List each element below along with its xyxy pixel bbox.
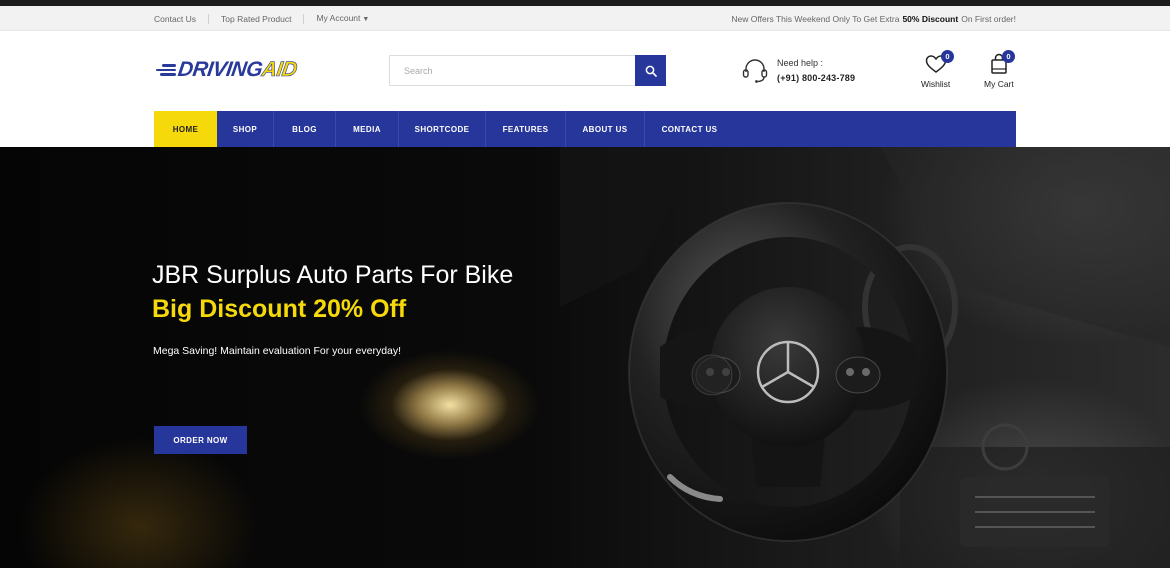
top-bar: Contact Us Top Rated Product My Account ▼…: [0, 6, 1170, 31]
logo-text-driving: DRIVING: [176, 58, 264, 81]
nav-item-features[interactable]: FEATURES: [486, 111, 566, 147]
wishlist-button[interactable]: 0 Wishlist: [921, 50, 954, 89]
steering-wheel-icon: [560, 147, 1170, 568]
help-label: Need help :: [777, 58, 824, 68]
nav-item-shortcode[interactable]: SHORTCODE: [399, 111, 486, 147]
hero-banner: JBR Surplus Auto Parts For Bike Big Disc…: [0, 147, 1170, 568]
logo-text-aid: AID: [260, 58, 299, 82]
search-input[interactable]: [390, 56, 636, 85]
cart-count-badge: 0: [1002, 50, 1015, 63]
nav-item-home[interactable]: HOME: [154, 111, 217, 147]
hero-discount: Big Discount 20% Off: [152, 295, 407, 323]
site-logo[interactable]: DRIVINGAID: [154, 55, 299, 85]
top-rated-product-link[interactable]: Top Rated Product: [209, 13, 305, 24]
nav-item-media[interactable]: MEDIA: [336, 111, 399, 147]
header: DRIVINGAID Need help : (+91) 800-243-789…: [0, 31, 1170, 111]
wishlist-label: Wishlist: [921, 79, 951, 89]
help-text: Need help : (+91) 800-243-789: [777, 56, 855, 86]
my-account-dropdown[interactable]: My Account ▼: [304, 13, 381, 25]
cart-label: My Cart: [984, 79, 1014, 89]
search-icon: [645, 65, 657, 77]
cart-button[interactable]: 0 My Cart: [984, 50, 1015, 89]
promo-message: New Offers This Weekend Only To Get Extr…: [731, 6, 1016, 31]
hero-title: JBR Surplus Auto Parts For Bike: [152, 261, 514, 289]
speed-lines-icon: [154, 62, 176, 78]
my-account-label: My Account: [316, 12, 361, 23]
nav-item-shop[interactable]: SHOP: [217, 111, 274, 147]
top-links: Contact Us Top Rated Product My Account ▼: [154, 6, 381, 31]
order-now-button[interactable]: ORDER NOW: [154, 426, 247, 454]
help-phone: (+91) 800-243-789: [777, 73, 856, 83]
caret-down-icon: ▼: [362, 15, 370, 23]
headset-icon: [742, 59, 768, 83]
nav-item-contact-us[interactable]: CONTACT US: [645, 111, 734, 147]
main-nav: HOME SHOP BLOG MEDIA SHORTCODE FEATURES …: [154, 111, 1016, 147]
hero-subtitle: Mega Saving! Maintain evaluation For you…: [153, 345, 402, 357]
logo-text: DRIVINGAID: [176, 58, 298, 82]
nav-item-about-us[interactable]: ABOUT US: [566, 111, 645, 147]
wishlist-count-badge: 0: [941, 50, 954, 63]
promo-text-after: On First order!: [961, 13, 1016, 24]
nav-item-blog[interactable]: BLOG: [274, 111, 336, 147]
search-button[interactable]: [635, 55, 666, 86]
promo-text-before: New Offers This Weekend Only To Get Extr…: [731, 13, 900, 24]
help-contact[interactable]: Need help : (+91) 800-243-789: [741, 56, 855, 86]
contact-us-link[interactable]: Contact Us: [154, 13, 210, 24]
promo-highlight: 50% Discount: [902, 13, 959, 24]
search-bar: [389, 55, 666, 86]
